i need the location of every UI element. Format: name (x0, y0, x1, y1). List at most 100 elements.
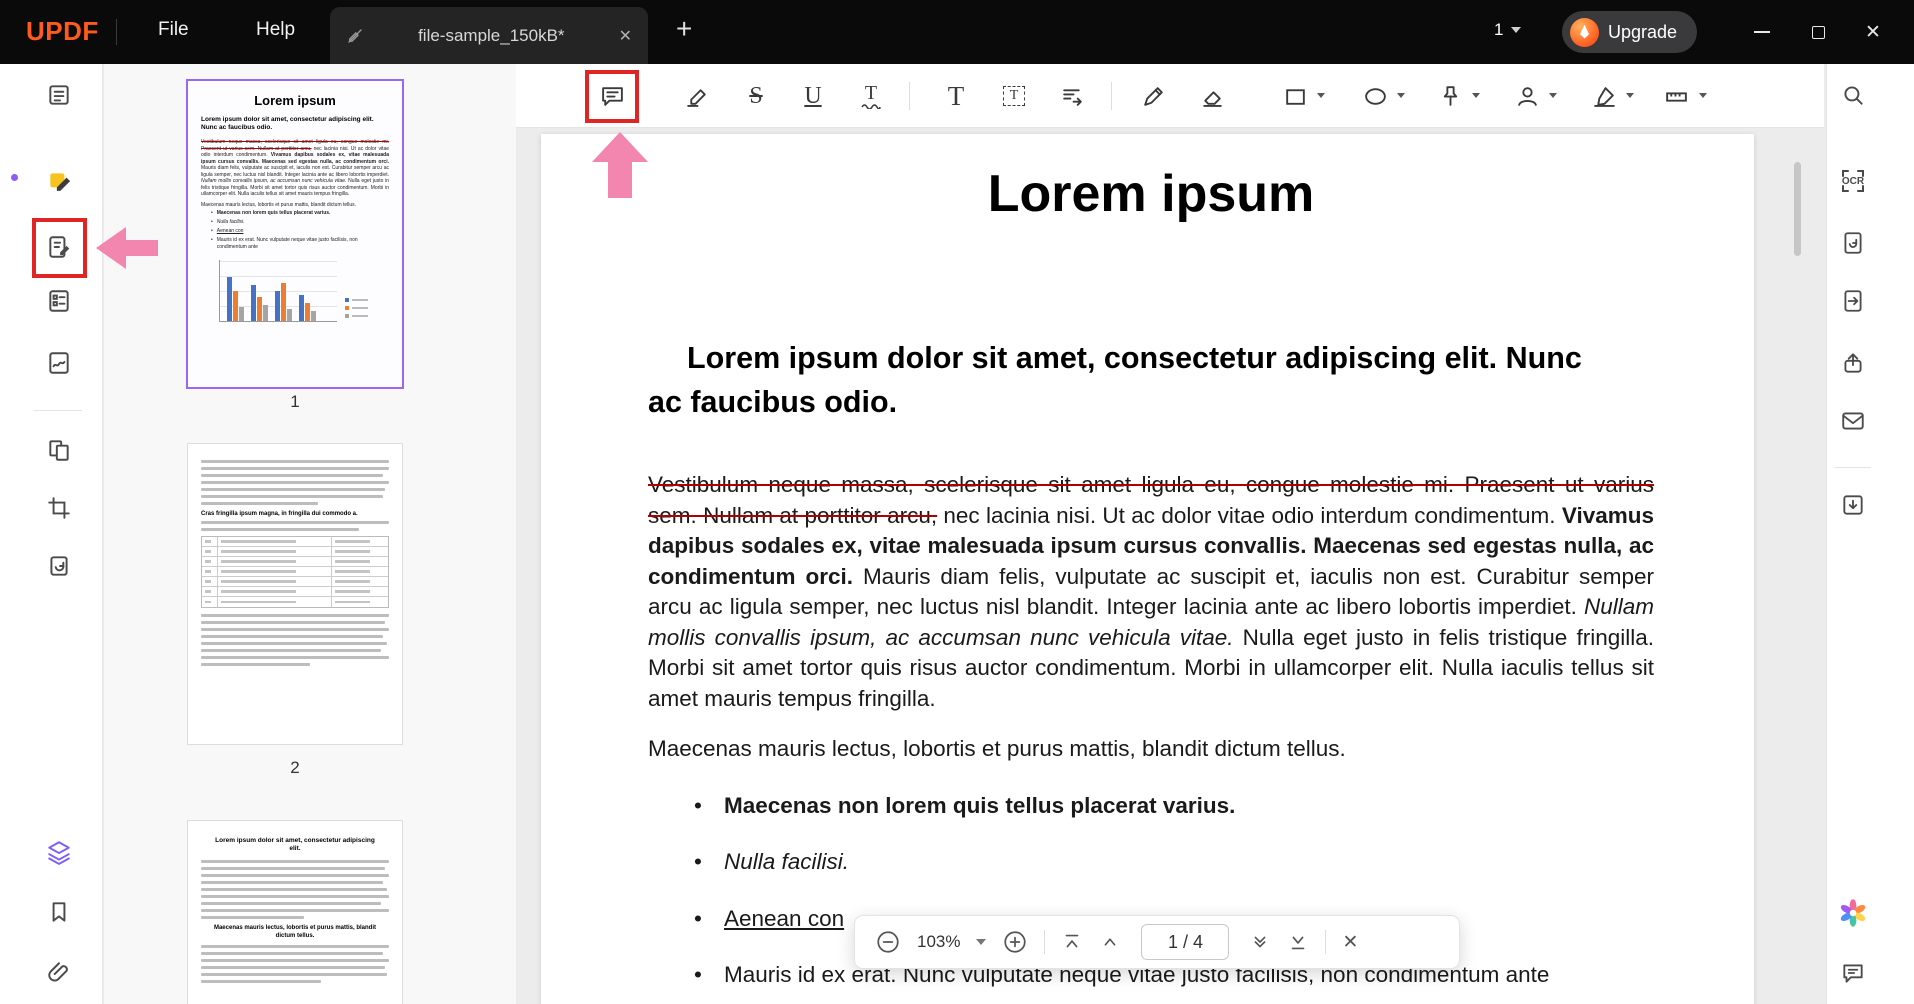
organize-pages-button[interactable] (41, 432, 77, 468)
comment-mode-button[interactable] (41, 164, 77, 200)
mail-button[interactable] (1835, 403, 1871, 439)
thumb1-bullet: •Maecenas non lorem quis tellus placerat… (211, 210, 389, 217)
pencil-tool[interactable] (1134, 77, 1172, 115)
thumb-table-row (202, 597, 388, 607)
zoom-in-button[interactable] (1002, 929, 1028, 955)
page-down-button[interactable] (1249, 931, 1271, 953)
new-tab-button[interactable]: + (676, 13, 692, 45)
highlight-box-edit-rail-item (32, 218, 87, 278)
double-chevron-down-icon (1249, 931, 1271, 953)
sign-button[interactable] (41, 345, 77, 381)
crop-icon (46, 495, 72, 521)
typewriter-tool[interactable] (1053, 77, 1091, 115)
first-page-button[interactable] (1061, 931, 1083, 953)
pink-arrow-left-icon (96, 227, 158, 269)
thumb-text-line (201, 642, 387, 645)
save-button[interactable] (1835, 487, 1871, 523)
highlight-tool[interactable] (678, 77, 716, 115)
thumb1-title: Lorem ipsum (201, 93, 389, 108)
zoom-out-button[interactable] (875, 929, 901, 955)
document-scrollbar[interactable] (1794, 162, 1801, 256)
pin-tool[interactable] (1431, 77, 1469, 115)
document-paragraph-2: Maecenas mauris lectus, lobortis et puru… (648, 734, 1654, 765)
thumb2-table (201, 536, 389, 608)
thumbnail-page-2[interactable]: Cras fringilla ipsum magna, in fringilla… (187, 443, 403, 745)
convert-button[interactable] (41, 548, 77, 584)
attachment-button[interactable] (41, 955, 77, 991)
page-export-button[interactable] (1835, 283, 1871, 319)
window-count-dropdown[interactable]: 1 (1494, 20, 1521, 40)
minimize-button[interactable] (1744, 18, 1780, 46)
thumb-text-line (201, 959, 389, 962)
layers-icon (46, 839, 72, 865)
last-page-button[interactable] (1287, 931, 1309, 953)
crop-button[interactable] (41, 490, 77, 526)
close-window-button[interactable]: ✕ (1855, 18, 1891, 46)
signature-page-icon (46, 350, 72, 376)
page-up-button[interactable] (1099, 931, 1121, 953)
upgrade-button[interactable]: Upgrade (1562, 11, 1697, 53)
pdf-page-1: Lorem ipsum Lorem ipsum dolor sit amet, … (541, 134, 1754, 1004)
reader-mode-button[interactable] (41, 77, 77, 113)
chevron-up-to-line-icon (1061, 931, 1083, 953)
search-button[interactable] (1835, 77, 1871, 113)
feedback-chat-button[interactable] (1835, 955, 1871, 991)
pin-dropdown[interactable] (1472, 93, 1480, 98)
menu-file[interactable]: File (158, 19, 189, 41)
page-refresh-button[interactable] (1835, 225, 1871, 261)
thumb-text-line (201, 656, 389, 659)
rectangle-tool[interactable] (1276, 77, 1314, 115)
zoom-toolbar: 103% 1 / 4 ✕ (854, 915, 1460, 969)
zoom-dropdown[interactable] (976, 939, 986, 945)
tab-close-icon[interactable]: ✕ (619, 26, 632, 46)
bookmark-button[interactable] (41, 894, 77, 930)
layers-button[interactable] (41, 834, 77, 870)
signature-dropdown[interactable] (1626, 93, 1634, 98)
share-button[interactable] (1835, 345, 1871, 381)
ellipse-dropdown[interactable] (1397, 93, 1405, 98)
forms-button[interactable] (41, 283, 77, 319)
thumbnail-page-3[interactable]: Lorem ipsum dolor sit amet, consectetur … (187, 820, 403, 1004)
eraser-tool[interactable] (1193, 77, 1231, 115)
thumb1-bullet: •Mauris id ex erat. Nunc vulputate neque… (211, 237, 389, 251)
menu-help[interactable]: Help (256, 19, 295, 41)
rectangle-dropdown[interactable] (1317, 93, 1325, 98)
ruler-icon (1664, 84, 1689, 109)
thumbnail-page-1[interactable]: Lorem ipsum Lorem ipsum dolor sit amet, … (186, 79, 404, 389)
document-tab[interactable]: file-sample_150kB* ✕ (330, 7, 648, 64)
strikethrough-tool[interactable]: S (737, 77, 775, 115)
thumb-text-line (201, 902, 381, 905)
underline-icon: U (804, 83, 821, 110)
stamp-tool[interactable] (1508, 77, 1546, 115)
thumb-text-line (201, 945, 389, 948)
measure-tool[interactable] (1657, 77, 1695, 115)
text-comment-tool[interactable]: T (937, 77, 975, 115)
ocr-button[interactable]: OCR (1835, 163, 1871, 199)
measure-dropdown[interactable] (1699, 93, 1707, 98)
signature-tool[interactable] (1585, 77, 1623, 115)
zoombar-close-button[interactable]: ✕ (1342, 931, 1358, 954)
document-paragraph-1: Vestibulum neque massa, scelerisque sit … (648, 470, 1654, 714)
comment-marker-icon (46, 169, 72, 195)
thumb-table-row (202, 587, 388, 597)
bookmark-icon (46, 899, 72, 925)
text-box-tool[interactable]: T (995, 77, 1033, 115)
thumb-text-line (201, 663, 310, 666)
squiggly-underline-tool[interactable]: T (852, 77, 890, 115)
maximize-button[interactable] (1800, 18, 1836, 46)
thumbnail-2-label: 2 (186, 758, 404, 778)
thumb-text-line (201, 952, 383, 955)
thumb-text-line (201, 649, 381, 652)
thumb-text-line (201, 860, 389, 863)
ellipse-tool[interactable] (1356, 77, 1394, 115)
underline-tool[interactable]: U (794, 77, 832, 115)
ai-assistant-button[interactable] (1835, 895, 1871, 931)
ellipse-icon (1363, 84, 1388, 109)
share-icon (1840, 350, 1866, 376)
person-stamp-icon (1515, 84, 1540, 109)
thumb-text-line (201, 895, 389, 898)
page-indicator[interactable]: 1 / 4 (1141, 924, 1229, 960)
thumb-text-line (201, 909, 389, 912)
stamp-dropdown[interactable] (1549, 93, 1557, 98)
forms-icon (46, 288, 72, 314)
